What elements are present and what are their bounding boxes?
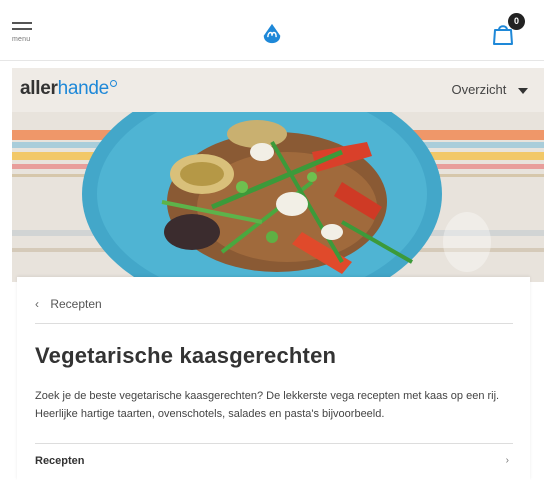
- cart-button[interactable]: 0: [492, 13, 525, 48]
- hero-image: [12, 112, 544, 282]
- divider: [35, 323, 513, 324]
- list-item-recepten[interactable]: Recepten ›: [35, 452, 513, 474]
- salad-plate-image: [12, 112, 544, 282]
- back-link[interactable]: ‹ Recepten: [35, 297, 102, 311]
- brand-part2: hande: [57, 78, 110, 99]
- brand-part1: aller: [20, 78, 58, 99]
- allerhande-bar: allerhande Overzicht: [12, 68, 544, 112]
- menu-button[interactable]: menu: [12, 22, 34, 48]
- allerhande-logo[interactable]: allerhande: [20, 78, 117, 100]
- intro-text: Zoek je de beste vegetarische kaasgerech…: [35, 390, 500, 420]
- overview-label: Overzicht: [451, 82, 507, 97]
- ah-logo-icon[interactable]: [261, 22, 283, 44]
- chevron-left-icon: ‹: [35, 297, 39, 311]
- hamburger-line: [12, 28, 32, 30]
- list-item-label: Recepten: [35, 455, 85, 467]
- top-bar: menu 0: [0, 0, 544, 61]
- page-title: Vegetarische kaasgerechten: [35, 343, 337, 368]
- divider: [35, 443, 513, 444]
- hamburger-icon: [12, 22, 32, 24]
- caret-down-icon: [518, 87, 528, 94]
- chevron-right-icon: ›: [505, 455, 509, 466]
- cart-count-badge: 0: [508, 13, 525, 30]
- brand-mark-icon: [109, 80, 117, 87]
- content-card: ‹ Recepten Vegetarische kaasgerechten Zo…: [17, 277, 530, 480]
- overview-dropdown[interactable]: Overzicht: [451, 82, 528, 97]
- menu-label: menu: [12, 36, 31, 43]
- back-label: Recepten: [50, 297, 102, 311]
